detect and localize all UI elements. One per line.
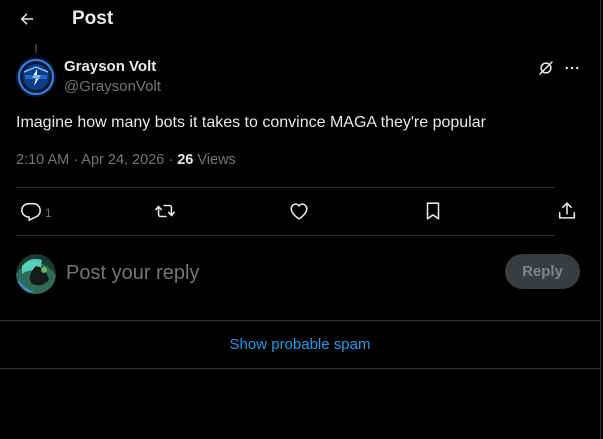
post-text: Imagine how many bots it takes to convin… (16, 114, 486, 131)
user-avatar-image (16, 254, 56, 294)
post-page: Post Grayson Volt @GraysonVolt Imagine h… (0, 0, 603, 439)
page-title: Post (72, 8, 114, 29)
more-options-button[interactable] (561, 57, 583, 79)
page-header: Post (0, 0, 600, 38)
like-action-button[interactable] (288, 199, 310, 223)
reply-button[interactable]: Reply (505, 254, 580, 289)
back-button[interactable] (12, 4, 42, 34)
reply-input[interactable] (66, 259, 486, 287)
like-icon (290, 203, 308, 220)
share-icon (558, 202, 576, 219)
thread-connector (35, 44, 37, 53)
grok-icon (539, 61, 553, 75)
divider (0, 368, 600, 369)
grok-button[interactable] (535, 57, 557, 79)
more-horizontal-icon (565, 66, 579, 70)
reply-count: 1 (45, 205, 52, 220)
reply-icon (21, 202, 41, 221)
divider (16, 235, 554, 236)
bookmark-action-button[interactable] (422, 199, 444, 223)
post-meta: 2:10 AM · Apr 24, 2026 · 26 Views (16, 151, 236, 169)
repost-icon (155, 204, 175, 218)
author-avatar[interactable] (16, 57, 56, 97)
views-label: Views (193, 152, 236, 168)
author-name[interactable]: Grayson Volt (64, 58, 156, 76)
divider (16, 187, 554, 188)
user-avatar[interactable] (16, 254, 56, 294)
bookmark-icon (426, 202, 440, 220)
views-count: 26 (177, 152, 194, 168)
avatar-logo-image (16, 57, 56, 97)
reply-action-button[interactable]: 1 (20, 199, 52, 223)
share-action-button[interactable] (556, 199, 578, 223)
repost-action-button[interactable] (154, 199, 176, 223)
author-handle[interactable]: @GraysonVolt (64, 78, 161, 96)
column-border (600, 0, 601, 439)
show-probable-spam-link[interactable]: Show probable spam (0, 321, 600, 368)
arrow-left-icon (20, 13, 33, 25)
post-timestamp[interactable]: 2:10 AM · Apr 24, 2026 · (16, 152, 177, 168)
